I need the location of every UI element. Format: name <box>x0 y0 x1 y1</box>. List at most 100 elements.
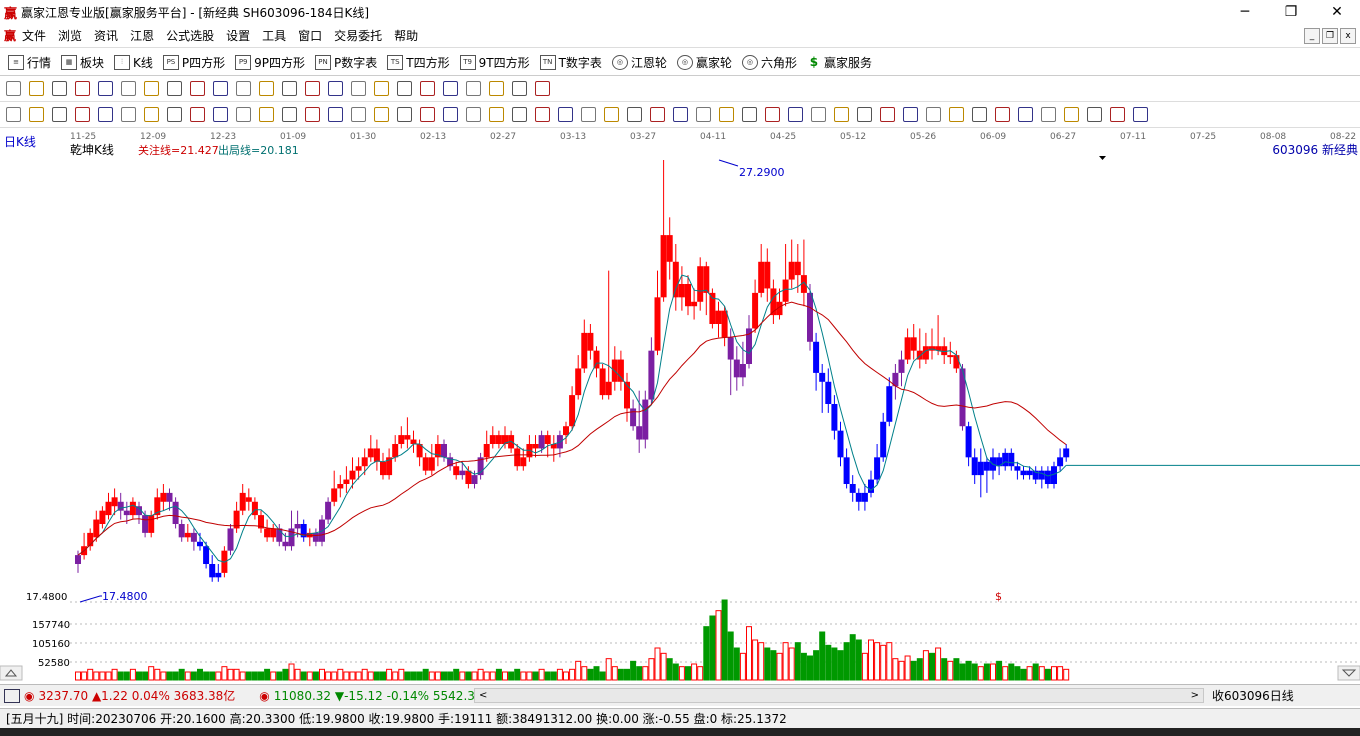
tool-icon[interactable] <box>305 107 320 122</box>
tool-icon[interactable] <box>374 107 389 122</box>
tool-icon[interactable] <box>397 81 412 96</box>
tool-icon[interactable] <box>305 81 320 96</box>
tool-icon[interactable] <box>696 107 711 122</box>
tool-icon[interactable] <box>98 81 113 96</box>
nav-p-table[interactable]: PN P数字表 <box>315 54 377 71</box>
tool-icon[interactable] <box>949 107 964 122</box>
menu-trade[interactable]: 交易委托 <box>334 27 382 44</box>
tool-icon[interactable] <box>282 107 297 122</box>
nav-t-table[interactable]: TN T数字表 <box>539 54 602 71</box>
tool-icon[interactable] <box>972 107 987 122</box>
horizontal-scrollbar[interactable]: < > <box>474 688 1204 703</box>
tool-icon[interactable] <box>489 81 504 96</box>
tool-icon[interactable] <box>788 107 803 122</box>
mdi-minimize-button[interactable]: _ <box>1304 28 1320 44</box>
tool-icon[interactable] <box>1018 107 1033 122</box>
tool-icon[interactable] <box>144 81 159 96</box>
tool-icon[interactable] <box>1064 107 1079 122</box>
tool-icon[interactable] <box>167 107 182 122</box>
tool-icon[interactable] <box>259 107 274 122</box>
tool-icon[interactable] <box>75 81 90 96</box>
tool-icon[interactable] <box>121 81 136 96</box>
kline-chart[interactable]: 11-25 12-09 12-23 01-09 01-30 02-13 02-27 03-13… <box>0 128 1360 684</box>
nav-service[interactable]: $ 赢家服务 <box>807 54 872 71</box>
tool-icon[interactable] <box>535 107 550 122</box>
scroll-right-icon[interactable]: > <box>1191 690 1199 701</box>
tool-icon[interactable] <box>52 81 67 96</box>
nav-hexagon[interactable]: ◎ 六角形 <box>741 54 797 71</box>
tool-icon[interactable] <box>351 81 366 96</box>
menu-file[interactable]: 文件 <box>22 27 46 44</box>
tool-icon[interactable] <box>420 81 435 96</box>
tool-icon[interactable] <box>1133 107 1148 122</box>
tool-icon[interactable] <box>190 107 205 122</box>
tool-icon[interactable] <box>190 81 205 96</box>
menu-settings[interactable]: 设置 <box>226 27 250 44</box>
nav-sector[interactable]: ▦ 板块 <box>61 54 104 71</box>
scroll-down-button[interactable] <box>1337 665 1360 681</box>
tool-icon[interactable] <box>236 107 251 122</box>
tool-icon[interactable] <box>259 81 274 96</box>
nav-p-square[interactable]: PS P四方形 <box>162 54 225 71</box>
tool-icon[interactable] <box>1041 107 1056 122</box>
grid-icon[interactable] <box>4 688 20 703</box>
tool-icon[interactable] <box>880 107 895 122</box>
tool-icon[interactable] <box>374 81 389 96</box>
tool-icon[interactable] <box>98 107 113 122</box>
tool-icon[interactable] <box>765 107 780 122</box>
nav-gann-wheel[interactable]: ◎ 江恩轮 <box>611 54 667 71</box>
tool-icon[interactable] <box>512 107 527 122</box>
nav-winner-wheel[interactable]: ◎ 赢家轮 <box>676 54 732 71</box>
tool-icon[interactable] <box>167 81 182 96</box>
tool-icon[interactable] <box>1110 107 1125 122</box>
tool-icon[interactable] <box>236 81 251 96</box>
mdi-close-button[interactable]: x <box>1340 28 1356 44</box>
tool-icon[interactable] <box>6 107 21 122</box>
nav-t-square[interactable]: TS T四方形 <box>387 54 450 71</box>
tool-icon[interactable] <box>1087 107 1102 122</box>
menu-info[interactable]: 资讯 <box>94 27 118 44</box>
dropdown-arrow-icon[interactable] <box>1099 156 1106 160</box>
tool-icon[interactable] <box>834 107 849 122</box>
mdi-restore-button[interactable]: ❐ <box>1322 28 1338 44</box>
scroll-left-icon[interactable]: < <box>479 690 487 701</box>
tool-icon[interactable] <box>719 107 734 122</box>
close-button[interactable]: ✕ <box>1314 0 1360 24</box>
tool-icon[interactable] <box>144 107 159 122</box>
tool-icon[interactable] <box>213 81 228 96</box>
nav-9p-square[interactable]: P9 9P四方形 <box>235 54 305 71</box>
tool-icon[interactable] <box>351 107 366 122</box>
menu-formula[interactable]: 公式选股 <box>166 27 214 44</box>
tool-icon[interactable] <box>121 107 136 122</box>
tool-icon[interactable] <box>604 107 619 122</box>
tool-icon[interactable] <box>535 81 550 96</box>
menu-gann[interactable]: 江恩 <box>130 27 154 44</box>
tool-icon[interactable] <box>328 81 343 96</box>
tool-icon[interactable] <box>328 107 343 122</box>
nav-quotes[interactable]: ≡ 行情 <box>8 54 51 71</box>
tool-icon[interactable] <box>29 81 44 96</box>
tool-icon[interactable] <box>489 107 504 122</box>
tool-icon[interactable] <box>650 107 665 122</box>
tool-icon[interactable] <box>926 107 941 122</box>
tool-icon[interactable] <box>903 107 918 122</box>
tool-icon[interactable] <box>627 107 642 122</box>
tool-icon[interactable] <box>466 107 481 122</box>
tool-icon[interactable] <box>466 81 481 96</box>
tool-icon[interactable] <box>857 107 872 122</box>
scroll-up-button[interactable] <box>0 665 23 681</box>
menu-window[interactable]: 窗口 <box>298 27 322 44</box>
nav-9t-square[interactable]: T9 9T四方形 <box>459 54 530 71</box>
tool-icon[interactable] <box>673 107 688 122</box>
tool-icon[interactable] <box>995 107 1010 122</box>
tool-icon[interactable] <box>282 81 297 96</box>
tool-icon[interactable] <box>420 107 435 122</box>
tool-icon[interactable] <box>6 81 21 96</box>
menu-help[interactable]: 帮助 <box>394 27 418 44</box>
tool-icon[interactable] <box>29 107 44 122</box>
tool-icon[interactable] <box>397 107 412 122</box>
tool-icon[interactable] <box>75 107 90 122</box>
tool-icon[interactable] <box>443 107 458 122</box>
tool-icon[interactable] <box>811 107 826 122</box>
tool-icon[interactable] <box>443 81 458 96</box>
